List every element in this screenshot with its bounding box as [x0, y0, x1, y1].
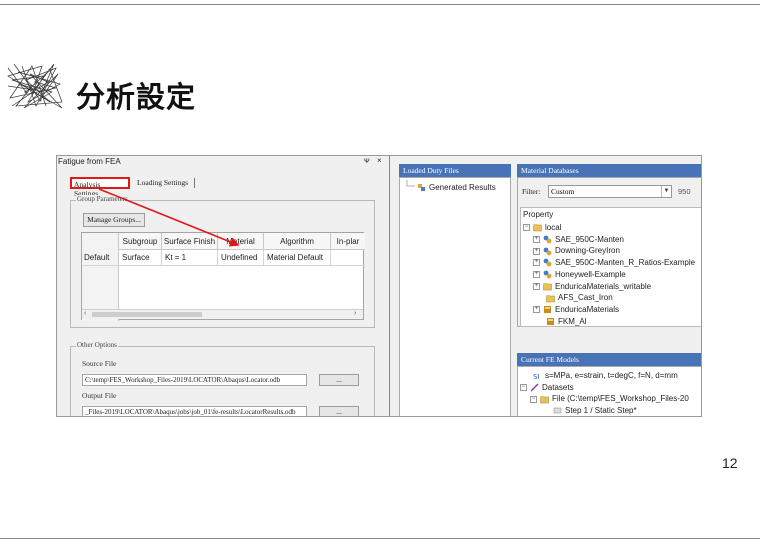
- software-screenshot: Fatigue from FEA ᴪ × Analysis Settings L…: [56, 155, 702, 417]
- slide-title: 分析設定: [76, 80, 197, 114]
- bottom-rule: [0, 538, 760, 539]
- slide: 分析設定 12 Fatigue from FEA ᴪ × Analysis Se…: [0, 0, 760, 544]
- page-number: 12: [722, 455, 738, 471]
- top-rule: [0, 4, 760, 5]
- network-logo-icon: [7, 63, 63, 109]
- annotation-arrow: [98, 188, 240, 247]
